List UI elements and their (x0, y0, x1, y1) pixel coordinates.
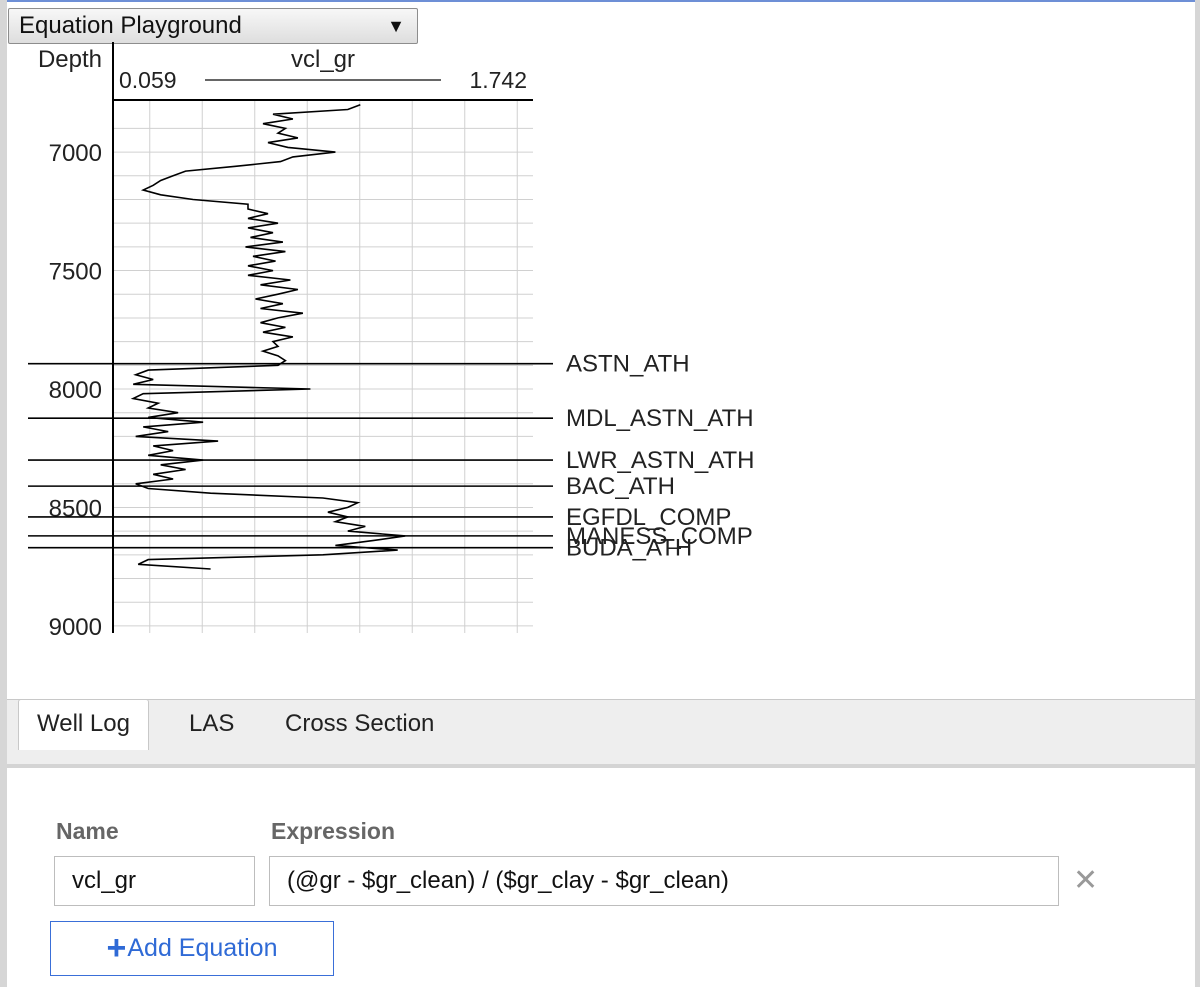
vcl-gr-curve (130, 103, 406, 570)
tab-well-log[interactable]: Well Log (18, 699, 149, 750)
depth-axis-label: Depth (38, 46, 102, 73)
curve-name-label: vcl_gr (291, 46, 355, 73)
depth-tick-label: 8000 (49, 377, 102, 404)
formation-top-label: ASTN_ATH (566, 351, 690, 378)
tab-cross-section[interactable]: Cross Section (285, 700, 434, 748)
expression-column-label: Expression (271, 818, 395, 844)
scale-min-label: 0.059 (119, 67, 177, 93)
well-log-track[interactable]: Depth vcl_gr 0.059 1.742 7000 7500 8000 8500 900… (0, 0, 1200, 700)
tab-las[interactable]: LAS (189, 700, 234, 748)
equation-expression-input[interactable]: (@gr - $gr_clean) / ($gr_clay - $gr_clea… (269, 856, 1059, 906)
name-column-label: Name (56, 818, 119, 844)
tab-bar: Well Log LAS Cross Section (7, 699, 1195, 768)
add-equation-label: Add Equation (127, 934, 278, 962)
plus-icon: + (106, 929, 127, 967)
formation-top-label: LWR_ASTN_ATH (566, 447, 754, 474)
formation-top-label: BAC_ATH (566, 473, 675, 500)
depth-tick-label: 7500 (49, 259, 102, 286)
add-equation-button[interactable]: +Add Equation (50, 921, 334, 976)
scale-max-label: 1.742 (469, 67, 527, 93)
equation-name-input[interactable]: vcl_gr (54, 856, 255, 906)
depth-tick-label: 8500 (49, 495, 102, 522)
depth-tick-label: 9000 (49, 614, 102, 641)
formation-top-label: MDL_ASTN_ATH (566, 405, 754, 432)
formation-top-label: BUDA_ATH (566, 535, 692, 562)
depth-tick-label: 7000 (49, 140, 102, 167)
close-icon[interactable]: ✕ (1073, 864, 1098, 898)
